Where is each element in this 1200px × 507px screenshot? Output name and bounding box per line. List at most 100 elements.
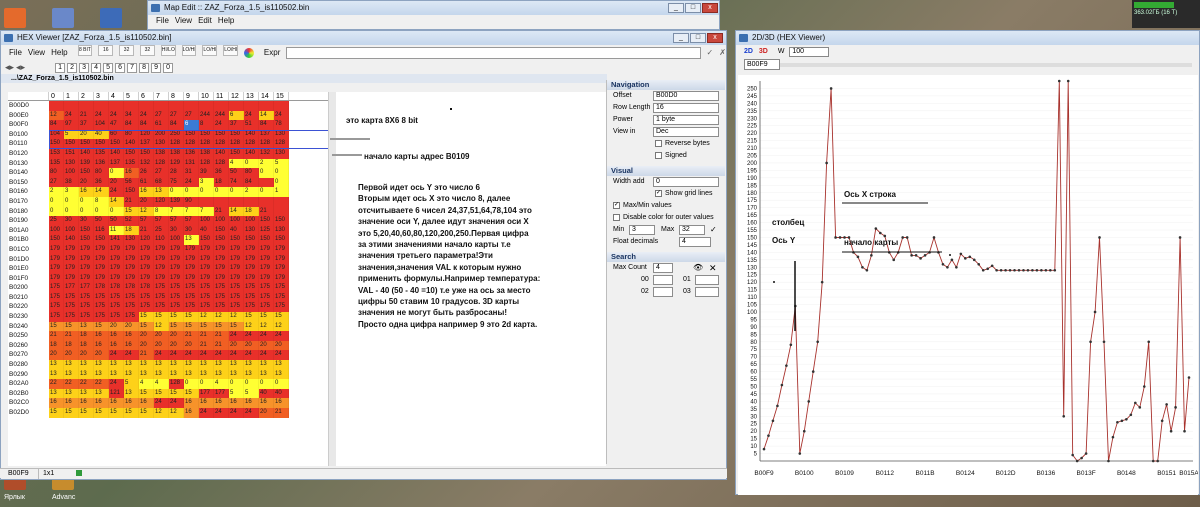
hex-cell[interactable]: 2 bbox=[49, 187, 64, 197]
hex-cell[interactable]: 22 bbox=[49, 379, 64, 389]
desktop-icon-1[interactable] bbox=[4, 8, 26, 28]
hex-cell[interactable]: 24 bbox=[169, 398, 184, 408]
hex-cell[interactable]: 150 bbox=[229, 148, 244, 159]
hex-cell[interactable]: 80 bbox=[244, 168, 259, 178]
hex-cell[interactable]: 20 bbox=[154, 340, 169, 351]
hex-cell[interactable]: 18 bbox=[79, 340, 94, 351]
hex-cell[interactable] bbox=[259, 196, 274, 207]
hex-cell[interactable]: 16 bbox=[244, 398, 259, 408]
hex-cell[interactable]: 175 bbox=[184, 292, 199, 303]
hex-cell[interactable]: 179 bbox=[154, 244, 169, 255]
hex-cell[interactable]: 18 bbox=[214, 177, 229, 188]
hex-cell[interactable]: 179 bbox=[154, 254, 169, 265]
hex-cell[interactable]: 13 bbox=[214, 360, 229, 370]
hex-cell[interactable]: 179 bbox=[184, 264, 199, 274]
hex-cell[interactable]: 125 bbox=[259, 225, 274, 236]
hex-cell[interactable]: 5 bbox=[124, 379, 139, 389]
hex-cell[interactable]: 31 bbox=[184, 168, 199, 178]
hex-cell[interactable]: 13 bbox=[229, 369, 244, 380]
hex-cell[interactable]: 175 bbox=[229, 283, 244, 293]
hex-cell[interactable]: 30 bbox=[79, 216, 94, 226]
hex-cell[interactable]: 24 bbox=[184, 350, 199, 361]
hex-cell[interactable]: 16 bbox=[184, 408, 199, 418]
hex-cell[interactable]: 20 bbox=[109, 321, 124, 332]
hex-cell[interactable]: 135 bbox=[124, 158, 139, 169]
hex-cell[interactable]: 24 bbox=[139, 110, 154, 121]
hex-cell[interactable]: 78 bbox=[274, 120, 289, 130]
hex-cell[interactable]: 121 bbox=[109, 388, 124, 399]
hex-cell[interactable]: 13 bbox=[109, 369, 124, 380]
hex-cell[interactable] bbox=[274, 206, 289, 217]
hex-cell[interactable]: 139 bbox=[79, 158, 94, 169]
hex-cell[interactable]: 8 bbox=[94, 196, 109, 207]
menu-view[interactable]: View bbox=[175, 15, 192, 27]
hex-cell[interactable]: 24 bbox=[109, 350, 124, 361]
hex-cell[interactable]: 175 bbox=[154, 283, 169, 293]
hex-cell[interactable]: 179 bbox=[274, 264, 289, 274]
hex-cell[interactable]: 16 bbox=[259, 398, 274, 408]
hex-cell[interactable]: 13 bbox=[154, 187, 169, 197]
hex-cell[interactable]: 179 bbox=[124, 264, 139, 274]
desktop-icon-2[interactable] bbox=[52, 8, 74, 28]
hex-cell[interactable]: 179 bbox=[79, 273, 94, 284]
hex-cell[interactable] bbox=[274, 101, 289, 111]
hex-cell[interactable]: 24 bbox=[244, 408, 259, 418]
hex-cell[interactable] bbox=[214, 101, 229, 111]
signed-checkbox[interactable] bbox=[655, 151, 662, 159]
hex-cell[interactable]: 136 bbox=[94, 158, 109, 169]
hex-cell[interactable]: 179 bbox=[169, 244, 184, 255]
hex-cell[interactable]: 178 bbox=[94, 283, 109, 293]
width-input[interactable]: 100 bbox=[789, 47, 830, 57]
hex-cell[interactable]: 150 bbox=[229, 235, 244, 245]
hex-cell[interactable]: 21 bbox=[139, 225, 154, 236]
hex-cell[interactable]: 84 bbox=[244, 177, 259, 188]
hex-cell[interactable]: 20 bbox=[109, 177, 124, 188]
bookmark-9-button[interactable]: 9 bbox=[151, 62, 162, 73]
hex-menu-help[interactable]: Help bbox=[51, 45, 67, 61]
search-03-input[interactable] bbox=[695, 287, 719, 297]
hex-cell[interactable]: 175 bbox=[124, 312, 139, 322]
hex-cell[interactable]: 14 bbox=[259, 110, 274, 121]
close-button[interactable]: x bbox=[702, 3, 718, 13]
hex-cell[interactable]: 150 bbox=[124, 187, 139, 197]
hex-cell[interactable]: 179 bbox=[169, 254, 184, 265]
hex-cell[interactable]: 179 bbox=[124, 273, 139, 284]
hex-cell[interactable]: 5 bbox=[274, 158, 289, 169]
hex-viewer-titlebar[interactable]: HEX Viewer [ZAZ_Forza_1.5_is110502.bin] … bbox=[1, 31, 726, 45]
hex-cell[interactable]: 13 bbox=[199, 360, 214, 370]
hex-cell[interactable]: 179 bbox=[79, 264, 94, 274]
hex-cell[interactable]: 0 bbox=[184, 187, 199, 197]
hex-cell[interactable]: 150 bbox=[214, 225, 229, 236]
hex-cell[interactable]: 244 bbox=[214, 110, 229, 121]
hex-cell[interactable]: 175 bbox=[259, 302, 274, 313]
hex-cell[interactable]: 25 bbox=[154, 225, 169, 236]
hex-cell[interactable]: 15 bbox=[169, 388, 184, 399]
hex-cell[interactable]: 128 bbox=[169, 379, 184, 389]
hex-cell[interactable]: 24 bbox=[244, 110, 259, 121]
hex-cell[interactable]: 175 bbox=[109, 302, 124, 313]
hex-cell[interactable] bbox=[259, 177, 274, 188]
toolbar-32bit-button[interactable]: 32 BIT bbox=[119, 45, 134, 56]
down-arrow-icon[interactable]: ◂▸ bbox=[16, 62, 25, 73]
hex-cell[interactable]: 150 bbox=[259, 216, 274, 226]
hex-cell[interactable]: 136 bbox=[184, 148, 199, 159]
hex-cell[interactable]: 47 bbox=[109, 120, 124, 130]
toolbar-32bit-alt-button[interactable]: 32 BIT bbox=[139, 45, 155, 56]
hex-cell[interactable]: 80 bbox=[49, 168, 64, 178]
hex-cell[interactable]: 175 bbox=[79, 302, 94, 313]
hex-cell[interactable] bbox=[229, 101, 244, 111]
hex-cell[interactable]: 13 bbox=[49, 369, 64, 380]
hex-cell[interactable]: 13 bbox=[49, 388, 64, 399]
disable-checkbox[interactable] bbox=[613, 213, 620, 221]
hex-cell[interactable]: 21 bbox=[199, 331, 214, 341]
hex-cell[interactable]: 139 bbox=[169, 196, 184, 207]
hex-cell[interactable]: 175 bbox=[244, 302, 259, 313]
grid-checkbox[interactable]: ✓ bbox=[655, 189, 662, 197]
hex-cell[interactable]: 150 bbox=[94, 235, 109, 245]
hex-cell[interactable]: 20 bbox=[124, 321, 139, 332]
bookmark-8-button[interactable]: 8 bbox=[139, 62, 150, 73]
hex-cell[interactable]: 179 bbox=[199, 264, 214, 274]
hex-cell[interactable]: 4 bbox=[214, 379, 229, 389]
bookmark-1-button[interactable]: 1 bbox=[55, 62, 66, 73]
hex-cell[interactable]: 179 bbox=[109, 244, 124, 255]
